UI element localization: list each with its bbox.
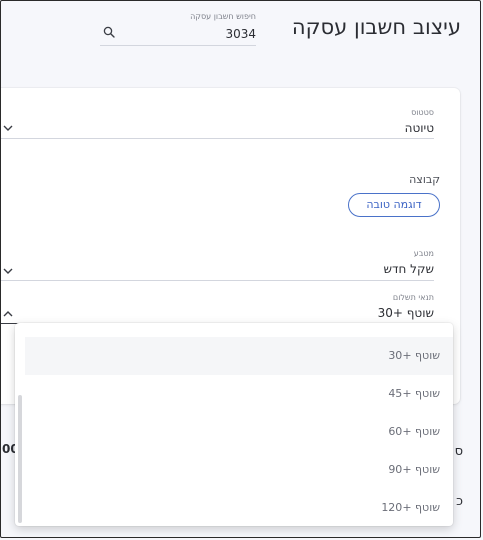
group-label: קבוצה	[409, 173, 440, 186]
chevron-down-icon[interactable]	[3, 267, 13, 275]
chevron-up-icon[interactable]	[3, 310, 13, 318]
status-label: סטטוס	[411, 108, 434, 117]
payment-terms-select[interactable]: תנאי תשלום שוטף +30	[0, 293, 434, 327]
right-fragment-bottom: כ	[456, 494, 463, 509]
search-label: חיפוש חשבון עסקה	[190, 12, 256, 21]
dropdown-scrollbar[interactable]	[18, 395, 22, 523]
payment-terms-dropdown[interactable]: שוטף +30 שוטף +45 שוטף +60 שוטף +90 שוטף…	[15, 323, 453, 526]
currency-select[interactable]: מטבע שקל חדש	[0, 249, 434, 283]
currency-label: מטבע	[413, 249, 434, 258]
status-underline	[0, 138, 434, 139]
currency-underline	[0, 280, 434, 281]
currency-value: שקל חדש	[383, 262, 434, 276]
search-input[interactable]: 3034	[225, 27, 256, 41]
status-value: טיוטה	[404, 121, 434, 135]
chevron-down-icon[interactable]	[3, 124, 13, 132]
group-tag-button[interactable]: דוגמה טובה	[348, 193, 440, 217]
page-title: עיצוב חשבון עסקה	[291, 15, 461, 39]
payment-terms-label: תנאי תשלום	[392, 293, 434, 302]
option-45[interactable]: שוטף +45	[25, 375, 453, 413]
status-select[interactable]: סטטוס טיוטה	[0, 106, 434, 140]
option-30[interactable]: שוטף +30	[25, 337, 453, 375]
search-icon[interactable]	[103, 26, 115, 38]
payment-terms-value: שוטף +30	[377, 306, 434, 320]
option-90[interactable]: שוטף +90	[25, 451, 453, 489]
option-120[interactable]: שוטף +120	[25, 489, 453, 526]
option-60[interactable]: שוטף +60	[25, 413, 453, 451]
dropdown-options: שוטף +30 שוטף +45 שוטף +60 שוטף +90 שוטף…	[15, 337, 453, 526]
search-field[interactable]: חיפוש חשבון עסקה 3034	[100, 10, 256, 46]
right-fragment-top: ס	[454, 444, 463, 459]
